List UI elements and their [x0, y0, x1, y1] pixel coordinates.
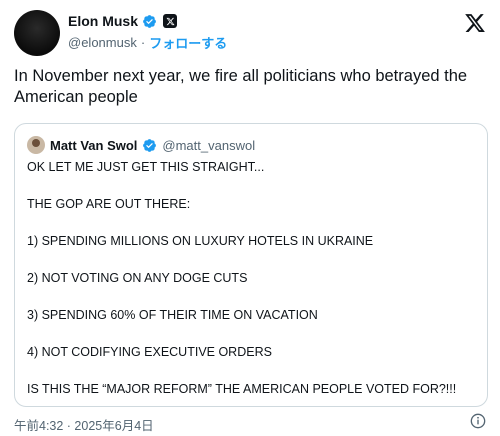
author-handle-row: @elonmusk · フォローする: [68, 33, 227, 52]
quoted-header: Matt Van Swol @matt_vanswol: [27, 135, 475, 155]
x-logo-icon[interactable]: [464, 12, 486, 34]
quoted-line: 2) NOT VOTING ON ANY DOGE CUTS: [27, 271, 248, 285]
tweet-text: In November next year, we fire all polit…: [14, 67, 468, 106]
verified-badge-icon: [143, 138, 157, 152]
info-icon[interactable]: [470, 413, 486, 429]
author-name[interactable]: Elon Musk: [68, 13, 138, 29]
quoted-author-name: Matt Van Swol: [50, 137, 138, 153]
author-avatar[interactable]: [14, 10, 60, 56]
author-handle[interactable]: @elonmusk: [68, 35, 137, 50]
verified-badge-icon: [143, 14, 156, 28]
quoted-line: 4) NOT CODIFYING EXECUTIVE ORDERS: [27, 345, 272, 359]
quoted-author-handle: @matt_vanswol: [162, 137, 256, 153]
author-block: Elon Musk @elonmusk · フォローする: [68, 12, 227, 52]
x-affiliate-icon: [163, 14, 178, 28]
quoted-line: OK LET ME JUST GET THIS STRAIGHT...: [27, 160, 265, 174]
quoted-line: 3) SPENDING 60% OF THEIR TIME ON VACATIO…: [27, 308, 318, 322]
quoted-avatar: [27, 136, 45, 154]
quoted-line: THE GOP ARE OUT THERE:: [27, 197, 191, 211]
follow-button[interactable]: フォローする: [149, 33, 227, 52]
separator-dot: ·: [140, 35, 146, 50]
quoted-line: 1) SPENDING MILLIONS ON LUXURY HOTELS IN…: [27, 234, 374, 248]
quoted-line: IS THIS THE “MAJOR REFORM” THE AMERICAN …: [27, 382, 457, 396]
author-name-row: Elon Musk: [68, 12, 227, 30]
quoted-text: OK LET ME JUST GET THIS STRAIGHT... THE …: [27, 159, 475, 397]
quoted-tweet[interactable]: Matt Van Swol @matt_vanswol OK LET ME JU…: [14, 123, 488, 407]
tweet-timestamp[interactable]: 午前4:32 · 2025年6月4日: [14, 415, 154, 434]
